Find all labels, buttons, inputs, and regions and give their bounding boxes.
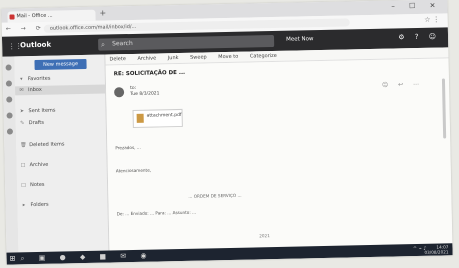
file-icon	[136, 113, 144, 123]
navigation-buttons[interactable]: ← → ⟳	[6, 25, 45, 33]
photo-background: Mail - Office ... + – ☐ ✕ ← → ⟳ outlook.…	[0, 0, 459, 268]
search-icon: ⌕	[101, 40, 106, 49]
chevron-down-icon: ▾	[20, 76, 23, 83]
header-icons[interactable]: ⚙ ? ☺	[398, 33, 440, 42]
people-icon[interactable]	[6, 96, 13, 103]
monitor-screen: Mail - Office ... + – ☐ ✕ ← → ⟳ outlook.…	[1, 0, 453, 265]
message-header: to: Tue 8/3/2021	[130, 85, 160, 98]
outlook-brand: Outlook	[20, 40, 52, 50]
start-button[interactable]: ⊞	[10, 254, 16, 262]
quoted-date: 2021	[259, 233, 270, 239]
window-controls[interactable]: – ☐ ✕	[391, 1, 441, 10]
clock-date: 03/08/2021	[424, 249, 449, 255]
sidebar-item-folders[interactable]: ▸ Folders	[21, 202, 49, 209]
outlook-favicon-icon	[9, 14, 15, 20]
archive-icon: □	[20, 162, 26, 169]
sidebar-item-drafts[interactable]: ✎ Drafts	[20, 120, 44, 127]
todo-icon[interactable]	[6, 128, 14, 135]
move-to-button[interactable]: Move to	[218, 54, 238, 60]
categorize-button[interactable]: Categorize	[250, 53, 277, 60]
message-actions[interactable]: ☺ ↩ ⋯	[382, 81, 423, 89]
message-date: Tue 8/3/2021	[130, 91, 160, 98]
message-body: Prezados, ...	[115, 144, 141, 151]
attachment-name: attachment.pdf	[146, 112, 182, 119]
message-centered-line: ... ORDEM DE SERVIÇO ...	[188, 192, 242, 199]
search-input[interactable]: ⌕ Search	[98, 34, 275, 51]
mail-icon[interactable]	[5, 64, 12, 71]
sidebar-item-sent[interactable]: ➤ Sent Items	[19, 108, 56, 115]
new-message-button[interactable]: New message	[34, 58, 87, 71]
folder-pane: New message ▾ Favorites ✉ Inbox ➤ Sent Item…	[14, 54, 110, 253]
archive-button[interactable]: Archive	[137, 55, 156, 61]
new-tab-button[interactable]: +	[99, 9, 106, 18]
junk-button[interactable]: Junk	[168, 55, 179, 61]
inbox-icon: ✉	[19, 87, 24, 94]
delete-button[interactable]: Delete	[109, 56, 126, 62]
sweep-button[interactable]: Sweep	[190, 54, 207, 60]
browser-menu-icon[interactable]: ☆ ⋮	[424, 16, 440, 24]
sidebar-item-favorites[interactable]: ▾ Favorites	[19, 76, 50, 83]
pencil-icon: ✎	[20, 120, 25, 127]
notes-icon: □	[21, 182, 26, 189]
attachment[interactable]: attachment.pdf	[132, 108, 183, 128]
chevron-right-icon: ▸	[22, 202, 26, 209]
taskbar-apps[interactable]: ⌕ ▣ ● ◆ ■ ✉ ◉	[21, 252, 153, 264]
files-icon[interactable]	[6, 112, 13, 119]
trash-icon: 🗑	[20, 142, 27, 149]
sidebar-item-archive[interactable]: □ Archive	[21, 162, 49, 169]
scrollbar[interactable]	[441, 78, 447, 139]
sidebar-item-inbox[interactable]: ✉ Inbox	[14, 84, 106, 96]
message-subject: RE: SOLICITAÇÃO DE ...	[113, 69, 186, 78]
sidebar-item-notes[interactable]: □ Notes	[21, 182, 44, 189]
sidebar-item-deleted[interactable]: 🗑 Deleted Items	[20, 141, 64, 148]
taskbar-clock[interactable]: 14:07 03/08/2021	[424, 244, 448, 255]
calendar-icon[interactable]	[5, 80, 12, 87]
search-placeholder: Search	[112, 39, 133, 48]
send-icon: ➤	[19, 108, 25, 115]
quoted-message: De: ... Enviado: ... Para: ... Assunto: …	[116, 209, 197, 217]
tab-title: Mail - Office ...	[16, 12, 53, 20]
meet-now-button[interactable]: Meet Now	[286, 36, 314, 43]
reading-pane: RE: SOLICITAÇÃO DE ... to: Tue 8/3/2021 …	[105, 58, 453, 251]
avatar	[114, 87, 125, 98]
message-signature: Atenciosamente,	[115, 167, 152, 174]
